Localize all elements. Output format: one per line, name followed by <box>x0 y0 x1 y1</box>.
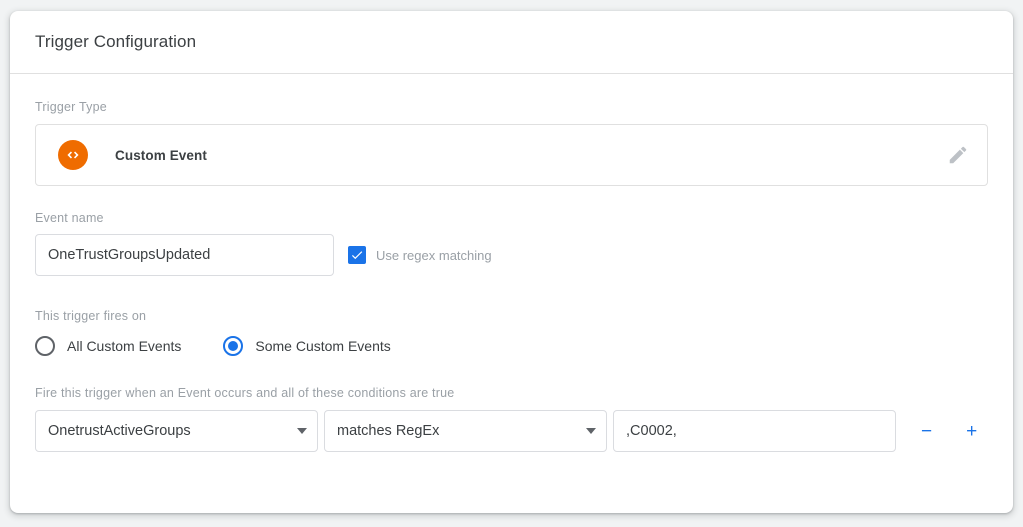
radio-all-custom-events[interactable]: All Custom Events <box>35 336 181 356</box>
radio-some-custom-events-label: Some Custom Events <box>255 338 390 354</box>
trigger-type-label: Trigger Type <box>35 100 988 114</box>
radio-all-custom-events-label: All Custom Events <box>67 338 181 354</box>
trigger-type-selector[interactable]: Custom Event <box>35 124 988 186</box>
condition-value-input[interactable]: ,C0002, <box>613 410 896 452</box>
condition-variable-value: OnetrustActiveGroups <box>48 423 289 439</box>
condition-row: OnetrustActiveGroups matches RegEx ,C000… <box>35 410 988 452</box>
trigger-type-value: Custom Event <box>115 148 207 163</box>
radio-some-custom-events[interactable]: Some Custom Events <box>223 336 390 356</box>
regex-matching-label: Use regex matching <box>376 248 492 263</box>
fires-on-section: This trigger fires on All Custom Events … <box>35 276 988 356</box>
event-name-row: OneTrustGroupsUpdated Use regex matching <box>35 234 988 276</box>
condition-variable-select[interactable]: OnetrustActiveGroups <box>35 410 318 452</box>
card-body: Trigger Type Custom Event Event name <box>10 74 1013 452</box>
chevron-down-icon <box>297 428 307 434</box>
event-name-label: Event name <box>35 211 988 225</box>
radio-unselected-icon[interactable] <box>35 336 55 356</box>
trigger-type-section: Trigger Type Custom Event <box>35 74 988 186</box>
event-name-section: Event name OneTrustGroupsUpdated Use reg… <box>35 186 988 276</box>
regex-matching-checkbox-group[interactable]: Use regex matching <box>348 246 492 264</box>
radio-dot <box>228 341 238 351</box>
conditions-label: Fire this trigger when an Event occurs a… <box>35 386 988 400</box>
add-condition-button[interactable]: + <box>956 416 987 447</box>
page-title: Trigger Configuration <box>35 32 196 52</box>
radio-selected-icon[interactable] <box>223 336 243 356</box>
condition-operator-select[interactable]: matches RegEx <box>324 410 607 452</box>
remove-condition-button[interactable]: − <box>911 416 942 447</box>
code-brackets-icon <box>58 140 88 170</box>
conditions-section: Fire this trigger when an Event occurs a… <box>35 356 988 452</box>
card-header: Trigger Configuration <box>10 11 1013 74</box>
pencil-icon[interactable] <box>947 144 969 166</box>
fires-on-label: This trigger fires on <box>35 309 988 323</box>
chevron-down-icon <box>586 428 596 434</box>
checkbox-checked-icon[interactable] <box>348 246 366 264</box>
fires-on-radio-group: All Custom Events Some Custom Events <box>35 336 988 356</box>
condition-operator-value: matches RegEx <box>337 423 578 439</box>
trigger-configuration-card: Trigger Configuration Trigger Type Custo… <box>10 11 1013 513</box>
event-name-input[interactable]: OneTrustGroupsUpdated <box>35 234 334 276</box>
